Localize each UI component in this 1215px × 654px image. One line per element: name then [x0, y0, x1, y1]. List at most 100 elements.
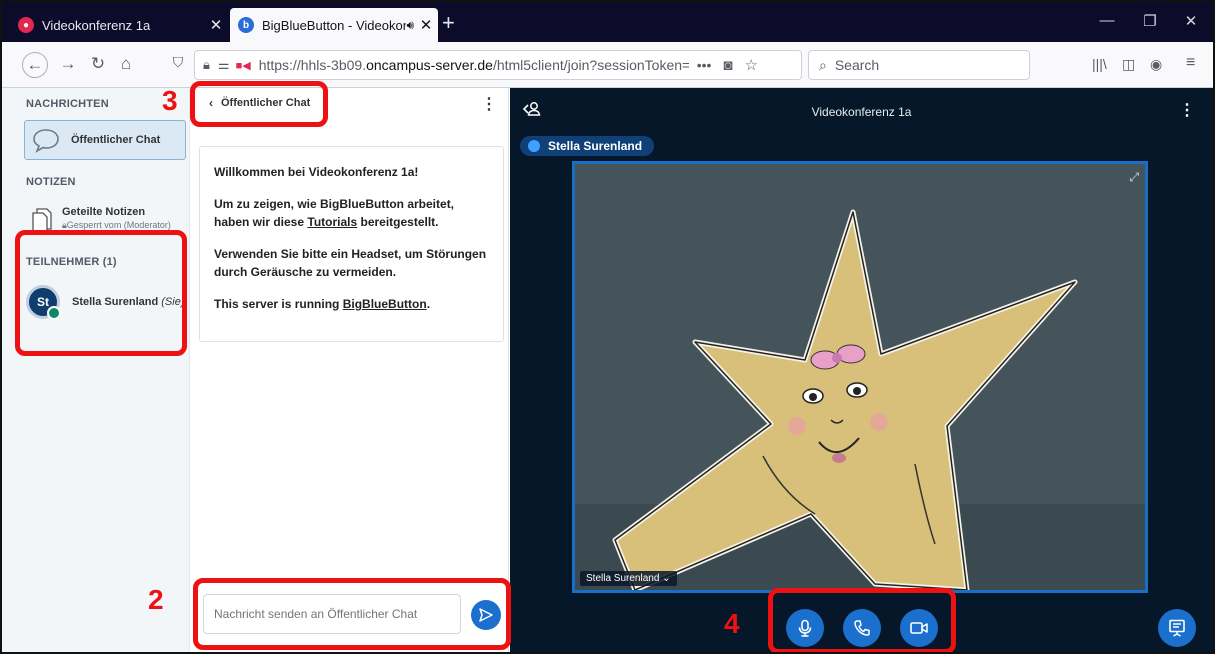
- search-placeholder: Search: [834, 57, 880, 73]
- options-menu-icon[interactable]: ⋮: [1179, 100, 1195, 120]
- browser-navigation-bar: ← → ↻ ⌂ ⛉ 🔒︎ ⚌ ■◀ https://hhls-3b09.onca…: [2, 42, 1213, 88]
- presentation-icon: [1169, 619, 1185, 637]
- address-bar[interactable]: 🔒︎ ⚌ ■◀ https://hhls-3b09.oncampus-serve…: [194, 50, 802, 80]
- chat-title: Öffentlicher Chat: [221, 97, 311, 109]
- annotation-number-2: 2: [148, 584, 164, 615]
- chat-options-menu-icon[interactable]: ⋮: [481, 94, 497, 114]
- shield-icon[interactable]: ⛉: [166, 54, 190, 71]
- tab-videokonferenz[interactable]: ● Videokonferenz 1a ✕: [10, 8, 228, 42]
- avatar: St: [26, 285, 61, 320]
- url-prefix: https://hhls-3b09.: [258, 57, 367, 73]
- welcome-line-3: Verwenden Sie bitte ein Headset, um Stör…: [214, 245, 491, 281]
- sidebar-icon[interactable]: ◫: [1122, 56, 1135, 73]
- library-icon[interactable]: |||\: [1092, 56, 1107, 72]
- fullscreen-icon[interactable]: ⤢: [1129, 170, 1139, 185]
- hamburger-menu-icon[interactable]: ≡: [1186, 54, 1195, 72]
- back-arrow-icon[interactable]: ←: [22, 52, 48, 78]
- video-camera-icon: [910, 622, 928, 634]
- home-icon[interactable]: ⌂: [114, 54, 138, 74]
- welcome-suffix: !: [414, 165, 419, 179]
- pocket-icon[interactable]: ◙: [723, 57, 732, 74]
- presentation-area: Videokonferenz 1a ⋮ Stella Surenland ⤢ S…: [510, 88, 1213, 652]
- welcome-line-2: Um zu zeigen, wie BigBlueButton arbeitet…: [214, 195, 491, 231]
- bbb-blue-favicon-icon: b: [238, 17, 254, 33]
- page-actions-more-icon[interactable]: •••: [697, 57, 712, 73]
- chat-bubble-icon: [33, 129, 59, 153]
- url-suffix: /html5client/join?sessionToken=5aac: [492, 57, 689, 73]
- url-domain: oncampus-server.de: [366, 57, 493, 73]
- bigbluebutton-link[interactable]: BigBlueButton: [343, 297, 427, 311]
- document-icon: [32, 208, 52, 234]
- participant-you-label: (Sie): [161, 296, 185, 308]
- microphone-status-icon: [47, 306, 61, 320]
- search-box[interactable]: ⌕ Search: [808, 50, 1030, 80]
- welcome-message: Willkommen bei Videokonferenz 1a! Um zu …: [199, 146, 504, 342]
- screenshot-frame: ● Videokonferenz 1a ✕ b BigBlueButton - …: [0, 0, 1215, 654]
- close-window-icon[interactable]: ✕: [1176, 12, 1206, 30]
- phone-icon: [854, 620, 870, 636]
- tutorials-link[interactable]: Tutorials: [307, 215, 357, 229]
- star-drawing-image: [575, 164, 1145, 590]
- shared-notes-locked-text: Gesperrt vom (Moderator): [66, 220, 171, 230]
- welcome-prefix: Willkommen bei: [214, 165, 309, 179]
- welcome-line-4: This server is running BigBlueButton.: [214, 295, 491, 313]
- sidebar-item-public-chat[interactable]: Öffentlicher Chat: [24, 120, 186, 160]
- talking-indicator[interactable]: Stella Surenland: [520, 136, 655, 156]
- avatar-initials: St: [37, 295, 49, 309]
- camera-active-icon[interactable]: ■◀: [236, 59, 251, 72]
- url-text[interactable]: https://hhls-3b09.oncampus-server.de/htm…: [259, 57, 689, 73]
- talker-name: Stella Surenland: [548, 139, 643, 153]
- microphone-button[interactable]: [786, 609, 824, 647]
- tab-bigbluebutton[interactable]: b BigBlueButton - Videokonfe 🔊︎ ✕: [230, 8, 438, 42]
- public-chat-label: Öffentlicher Chat: [71, 134, 161, 146]
- notes-heading: NOTIZEN: [26, 176, 76, 188]
- forward-arrow-icon[interactable]: →: [56, 54, 80, 74]
- sidebar-item-shared-notes[interactable]: Geteilte Notizen 🔒︎Gesperrt vom (Moderat…: [26, 206, 186, 240]
- restore-window-icon[interactable]: ❐: [1135, 12, 1165, 30]
- hide-chat-button[interactable]: ‹ Öffentlicher Chat: [209, 96, 310, 110]
- send-arrow-icon: [479, 608, 493, 622]
- annotation-number-3: 3: [162, 85, 178, 116]
- participants-heading: TEILNEHMER (1): [26, 256, 117, 268]
- chevron-left-icon: ‹: [209, 96, 213, 110]
- search-icon: ⌕: [819, 56, 827, 73]
- leave-audio-button[interactable]: [843, 609, 881, 647]
- annotation-number-4: 4: [724, 608, 740, 639]
- close-tab-icon[interactable]: ✕: [204, 16, 228, 34]
- tab-title: Videokonferenz 1a: [42, 17, 151, 33]
- user-list-sidebar: NACHRICHTEN Öffentlicher Chat NOTIZEN Ge…: [2, 88, 190, 652]
- shared-notes-label: Geteilte Notizen: [62, 206, 146, 218]
- messages-heading: NACHRICHTEN: [26, 98, 109, 110]
- bookmark-star-icon[interactable]: ☆: [744, 56, 757, 74]
- minimize-icon[interactable]: —: [1092, 12, 1122, 29]
- reload-icon[interactable]: ↻: [86, 54, 110, 74]
- account-icon[interactable]: ◉: [1150, 56, 1162, 73]
- conference-title: Videokonferenz 1a: [811, 105, 912, 119]
- participant-item[interactable]: St Stella Surenland (Sie): [26, 282, 186, 322]
- permissions-icon[interactable]: ⚌: [218, 57, 230, 73]
- microphone-icon: [798, 619, 812, 637]
- microphone-icon: [528, 140, 540, 152]
- new-tab-plus-icon[interactable]: +: [442, 12, 455, 34]
- browser-tab-bar: ● Videokonferenz 1a ✕ b BigBlueButton - …: [2, 2, 1213, 42]
- camera-button[interactable]: [900, 609, 938, 647]
- send-message-button[interactable]: [471, 600, 501, 630]
- welcome-conference-name: Videokonferenz 1a: [308, 165, 415, 179]
- lock-icon: 🔒︎: [203, 57, 210, 72]
- bbb-red-favicon-icon: ●: [18, 17, 34, 33]
- participant-name: Stella Surenland: [72, 296, 159, 308]
- tutorial-text-suffix: bereitgestellt.: [357, 215, 439, 229]
- video-user-label[interactable]: Stella Surenland ⌄: [580, 571, 677, 586]
- bbb-app: NACHRICHTEN Öffentlicher Chat NOTIZEN Ge…: [2, 88, 1213, 652]
- webcam-video: ⤢ Stella Surenland ⌄: [572, 161, 1148, 593]
- chat-message-input[interactable]: [203, 594, 461, 634]
- headset-hint: Verwenden Sie bitte ein Headset, um Stör…: [214, 247, 487, 279]
- tab-title: BigBlueButton - Videokonfe: [262, 17, 407, 33]
- server-text-suffix: .: [426, 297, 431, 311]
- chat-panel: ‹ Öffentlicher Chat ⋮ Willkommen bei Vid…: [191, 88, 509, 652]
- presentation-button[interactable]: [1158, 609, 1196, 647]
- welcome-line-1: Willkommen bei Videokonferenz 1a!: [214, 163, 491, 181]
- close-tab-icon[interactable]: ✕: [414, 16, 438, 34]
- speaker-icon[interactable]: 🔊︎: [406, 18, 414, 33]
- server-text-prefix: This server is running: [214, 297, 343, 311]
